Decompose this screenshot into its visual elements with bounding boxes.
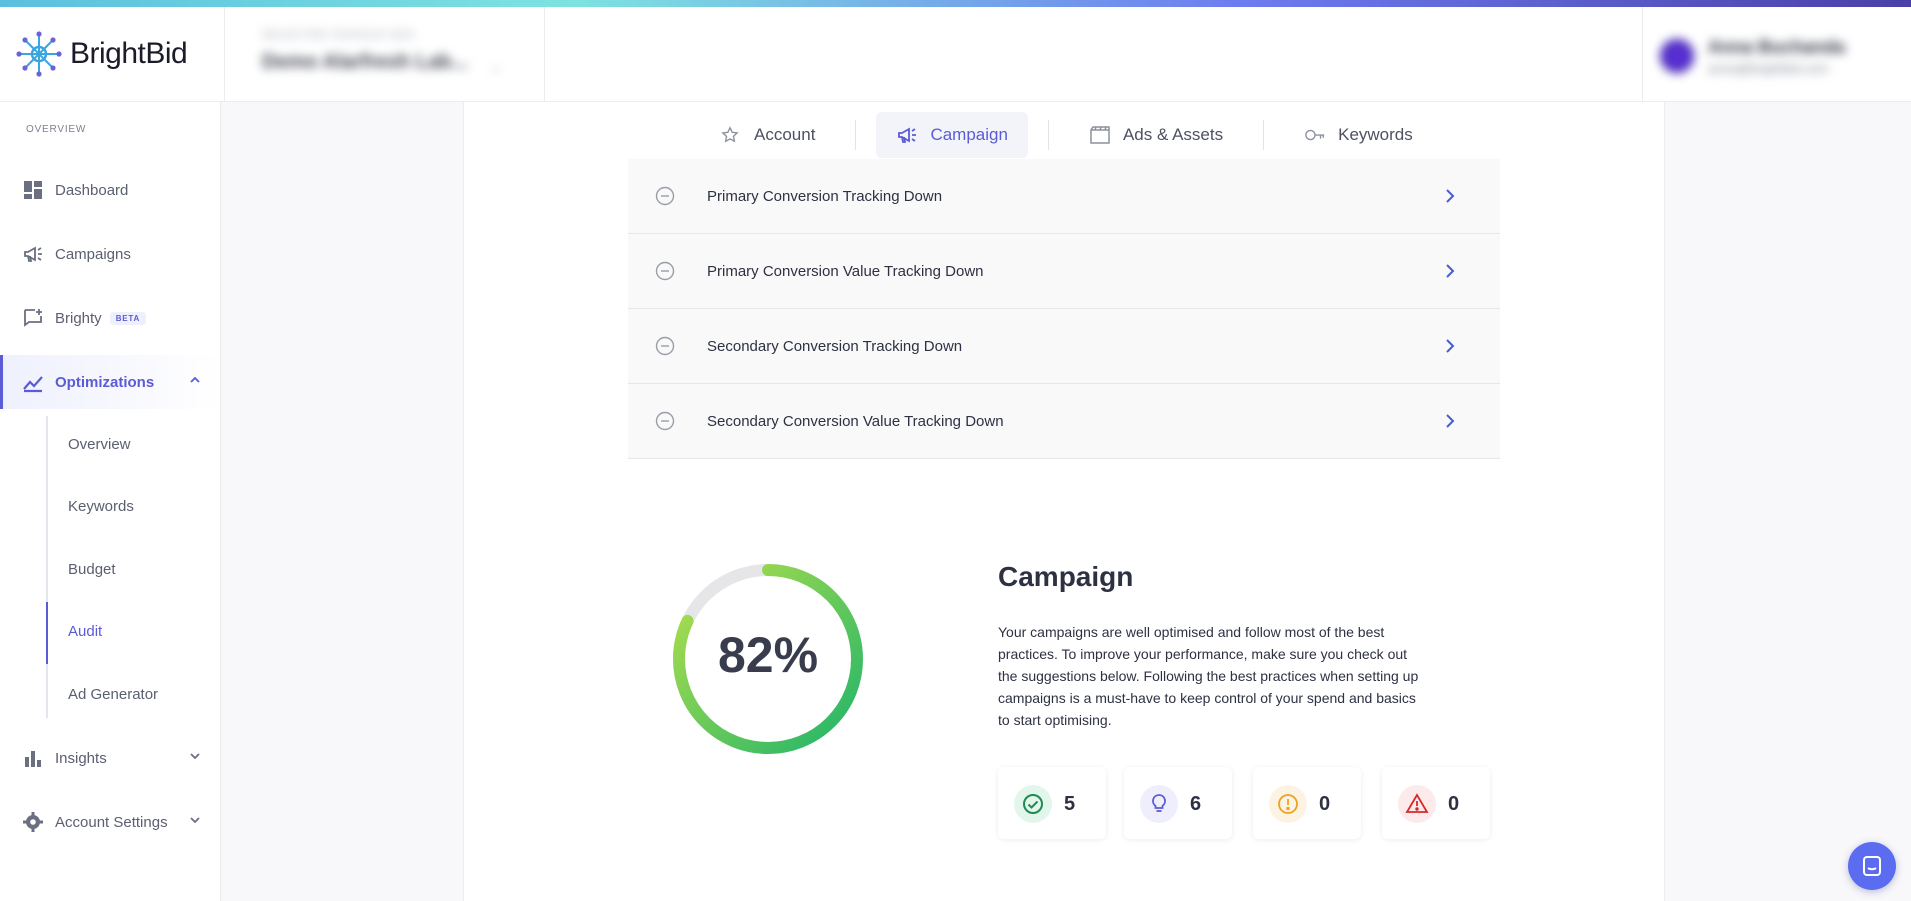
sidebar-item-campaigns[interactable]: Campaigns [0,227,220,281]
brand-name: BrightBid [70,37,188,70]
audit-check-row[interactable]: Secondary Conversion Tracking Down [628,309,1500,384]
sidebar-item-account-settings[interactable]: Account Settings [0,795,220,849]
audit-check-row[interactable]: Secondary Conversion Value Tracking Down [628,384,1500,459]
audit-check-row[interactable]: Primary Conversion Value Tracking Down [628,234,1500,309]
stat-value: 5 [1064,793,1076,815]
chat-plus-icon [22,307,44,329]
chevron-right-icon[interactable] [1441,187,1459,205]
sidebar-item-label: Optimizations [55,373,155,391]
stat-value: 0 [1448,793,1460,815]
account-selector-value: Demo Alarfresh Lab... [262,51,468,73]
header-divider [544,7,545,102]
gear-icon [22,811,44,833]
header-divider [224,7,225,102]
sidebar-item-dashboard[interactable]: Dashboard [0,163,220,217]
audit-check-row[interactable]: Primary Conversion Tracking Down [628,159,1500,234]
summary-description: Your campaigns are well optimised and fo… [998,624,1419,728]
user-name: Anna Buchanda [1708,37,1846,57]
chevron-right-icon[interactable] [1441,337,1459,355]
sidebar-item-insights[interactable]: Insights [0,731,220,785]
user-email: anna@brightbid.com [1708,61,1829,76]
tab-label: Account [754,125,816,144]
stat-suggestions: 6 [1124,767,1232,839]
brand-logo[interactable]: BrightBid [14,29,188,79]
stat-errors: 0 [1382,767,1490,839]
star-icon [720,124,742,146]
score-value: 82% [717,627,819,683]
chat-icon [1863,856,1881,876]
tab-account[interactable]: Account [700,112,835,158]
alert-triangle-icon [1398,785,1436,823]
dashboard-icon [22,179,44,201]
sidebar-item-label: Brighty [55,309,102,327]
chevron-up-icon [190,376,200,383]
summary-title: Campaign [998,561,1134,592]
tab-ads-assets[interactable]: Ads & Assets [1069,112,1243,158]
minus-circle-icon [655,261,675,281]
tab-label: Keywords [1338,125,1413,144]
sidebar: OVERVIEW Dashboard Campaigns Brighty BET… [0,102,221,901]
tab-divider [1263,120,1265,150]
user-menu[interactable]: Anna Buchanda anna@brightbid.com [1660,31,1890,81]
stat-passed: 5 [998,767,1106,839]
sidebar-item-label: Insights [55,749,107,767]
submenu-item-overview[interactable]: Overview [68,436,131,453]
minus-circle-icon [655,336,675,356]
key-icon [1304,124,1326,146]
bar-chart-icon [22,747,44,769]
submenu-active-indicator [46,602,48,664]
minus-circle-icon [655,411,675,431]
brightbid-logo-icon [16,31,62,77]
lightbulb-icon [1140,785,1178,823]
avatar [1660,39,1694,73]
megaphone-icon [896,124,918,146]
clapper-icon [1089,124,1111,146]
audit-tabs: Account Campaign Ads & Assets Keywords [700,112,1460,158]
stat-value: 0 [1319,793,1331,815]
megaphone-icon [22,243,44,265]
sidebar-section-label: OVERVIEW [26,124,87,135]
chevron-down-icon [190,753,200,760]
check-circle-icon [1014,785,1052,823]
tab-divider [1047,120,1049,150]
sidebar-item-optimizations[interactable]: Optimizations [0,355,220,409]
trend-icon [22,371,44,393]
chevron-right-icon[interactable] [1441,412,1459,430]
exclamation-icon [1269,785,1307,823]
tab-label: Campaign [930,125,1008,144]
header-divider [1642,7,1643,102]
tab-label: Ads & Assets [1122,125,1224,144]
audit-check-label: Primary Conversion Tracking Down [707,187,943,205]
tab-divider [855,120,857,150]
submenu-line [46,416,48,718]
beta-badge: BETA [109,311,147,325]
top-accent-bar [0,0,1911,7]
stat-warnings: 0 [1253,767,1361,839]
chat-launcher-button[interactable] [1848,842,1896,890]
account-selector-label: SELECTED GOOGLE ADS [262,29,415,41]
sidebar-item-brighty[interactable]: Brighty BETA [0,291,220,345]
tab-keywords[interactable]: Keywords [1284,112,1433,158]
tab-campaign[interactable]: Campaign [876,112,1028,158]
minus-circle-icon [655,186,675,206]
audit-check-label: Primary Conversion Value Tracking Down [707,262,984,280]
submenu-item-ad-generator[interactable]: Ad Generator [68,686,158,703]
audit-check-label: Secondary Conversion Value Tracking Down [707,412,1004,430]
chevron-down-icon [190,817,200,824]
submenu-item-keywords[interactable]: Keywords [68,498,134,515]
submenu-item-audit[interactable]: Audit [68,623,102,640]
app-header: BrightBid SELECTED GOOGLE ADS Demo Alarf… [0,7,1911,102]
sidebar-item-label: Account Settings [55,813,168,831]
sidebar-item-label: Dashboard [55,181,129,199]
account-selector[interactable]: SELECTED GOOGLE ADS Demo Alarfresh Lab..… [262,29,512,85]
chevron-down-icon: ⌄ [490,59,502,75]
audit-check-label: Secondary Conversion Tracking Down [707,337,963,355]
stat-value: 6 [1190,793,1202,815]
submenu-item-budget[interactable]: Budget [68,561,116,578]
sidebar-item-label: Campaigns [55,245,131,263]
chevron-right-icon[interactable] [1441,262,1459,280]
